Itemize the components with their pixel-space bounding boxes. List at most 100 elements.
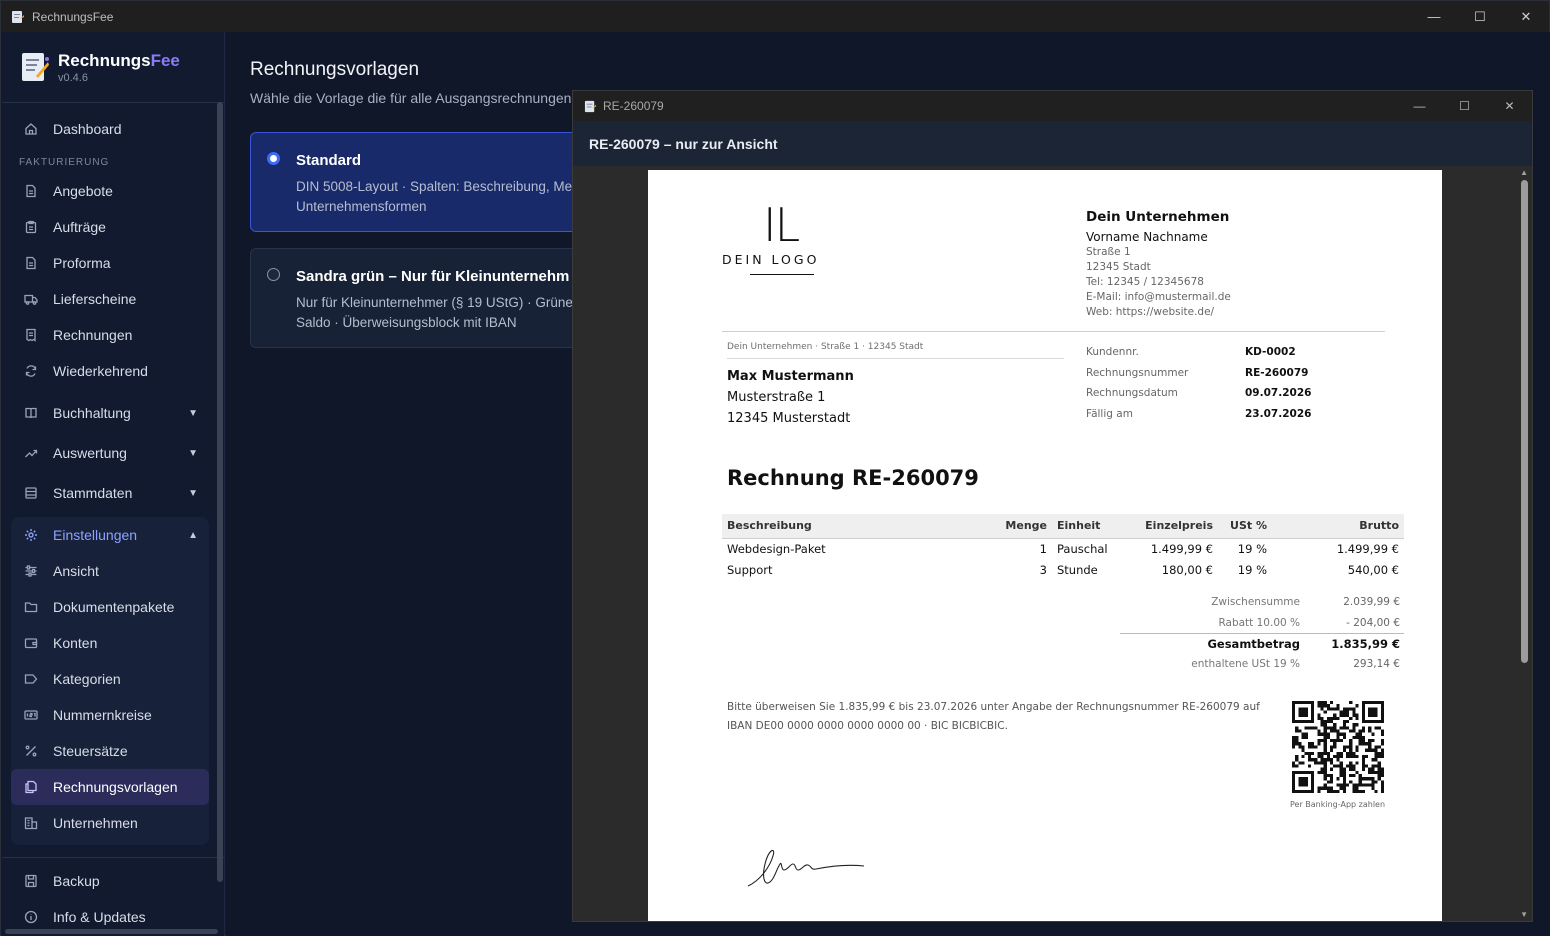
- sidebar-item-kategorien[interactable]: Kategorien: [11, 661, 209, 697]
- counter-icon: [24, 708, 38, 722]
- template-radio-selected[interactable]: [267, 152, 280, 165]
- company-address-line: Straße 1: [1086, 246, 1131, 258]
- database-icon: [24, 486, 38, 500]
- brand-name-primary: Rechnungs: [58, 51, 151, 70]
- invoice-title: Rechnung RE-260079: [727, 466, 979, 490]
- company-address-block: Dein Unternehmen Vorname Nachname Straße…: [1086, 210, 1231, 320]
- settings-group: Einstellungen ▲ Ansicht Dokumentenpakete…: [11, 517, 209, 845]
- brand-name: RechnungsFee: [58, 51, 180, 71]
- payment-line: Bitte überweisen Sie 1.835,99 € bis 23.0…: [727, 701, 1260, 713]
- company-logo-text: DEIN LOGO: [722, 252, 820, 267]
- chevron-down-icon: ▼: [188, 447, 198, 459]
- meta-value: 09.07.2026: [1245, 387, 1312, 400]
- sidebar-item-angebote[interactable]: Angebote: [11, 173, 209, 209]
- sidebar-item-label: Angebote: [53, 183, 113, 199]
- sidebar-item-label: Info & Updates: [53, 909, 146, 925]
- scroll-down-icon[interactable]: ▼: [1520, 910, 1528, 919]
- viewer-close-button[interactable]: ✕: [1487, 91, 1532, 121]
- column-header: Beschreibung: [722, 514, 982, 538]
- item-unit: Pauschal: [1057, 541, 1108, 556]
- sidebar-item-proforma[interactable]: Proforma: [11, 245, 209, 281]
- invoice-meta: Kundennr. KD-0002 Rechnungsnummer RE-26007…: [1086, 342, 1311, 424]
- chevron-down-icon: ▼: [188, 407, 198, 419]
- company-person: Vorname Nachname: [1086, 230, 1208, 244]
- meta-value: KD-0002: [1245, 346, 1296, 359]
- sidebar-horizontal-scrollbar[interactable]: [5, 929, 218, 934]
- sidebar-item-einstellungen[interactable]: Einstellungen ▲: [11, 517, 209, 553]
- sidebar-item-dokumentenpakete[interactable]: Dokumentenpakete: [11, 589, 209, 625]
- sidebar-item-label: Unternehmen: [53, 815, 138, 831]
- sidebar-item-backup[interactable]: Backup: [11, 863, 209, 899]
- column-header: Einzelpreis: [1114, 514, 1218, 538]
- sidebar-item-auftraege[interactable]: Aufträge: [11, 209, 209, 245]
- template-card-sandra-gruen[interactable]: Sandra grün – Nur für Kleinunternehm Nur…: [250, 248, 590, 348]
- sidebar-item-steuersaetze[interactable]: Steuersätze: [11, 733, 209, 769]
- window-title: RechnungsFee: [32, 9, 114, 24]
- item-vat: 19 %: [1237, 562, 1267, 577]
- qr-caption: Per Banking-App zahlen: [1290, 800, 1386, 809]
- meta-key: Kundennr.: [1086, 346, 1139, 359]
- close-button[interactable]: ✕: [1503, 1, 1549, 32]
- sidebar-item-label: Rechnungen: [53, 327, 133, 343]
- sidebar-item-label: Konten: [53, 635, 98, 651]
- total-key: enthaltene USt 19 %: [1191, 658, 1300, 671]
- sidebar-item-rechnungsvorlagen[interactable]: Rechnungsvorlagen: [11, 769, 209, 805]
- recipient-city: 12345 Musterstadt: [727, 411, 851, 426]
- recipient-street: Musterstraße 1: [727, 390, 826, 405]
- info-icon: [24, 910, 38, 924]
- book-icon: [24, 406, 38, 420]
- home-icon: [24, 122, 38, 136]
- viewer-window-title: RE-260079: [603, 99, 664, 113]
- chevron-down-icon: ▼: [188, 487, 198, 499]
- maximize-button[interactable]: ☐: [1457, 1, 1503, 32]
- sidebar-item-dashboard[interactable]: Dashboard: [11, 111, 209, 147]
- sidebar-item-label: Stammdaten: [53, 485, 133, 501]
- sender-divider: [727, 358, 1064, 359]
- clipboard-icon: [24, 220, 38, 234]
- sidebar-item-ansicht[interactable]: Ansicht: [11, 553, 209, 589]
- sidebar-bottom-nav: Backup Info & Updates: [11, 863, 209, 935]
- viewer-minimize-button[interactable]: —: [1397, 91, 1442, 121]
- minimize-button[interactable]: —: [1411, 1, 1457, 32]
- sidebar-divider: [2, 857, 225, 858]
- recipient-address: Max Mustermann Musterstraße 1 12345 Must…: [727, 366, 854, 429]
- item-gross: 540,00 €: [1347, 562, 1399, 577]
- table-header-row: Beschreibung Menge Einheit Einzelpreis U…: [722, 514, 1404, 538]
- sidebar-item-buchhaltung[interactable]: Buchhaltung ▼: [11, 393, 209, 433]
- sidebar-item-stammdaten[interactable]: Stammdaten ▼: [11, 473, 209, 513]
- subtotal-row: Zwischensumme 2.039,99 €: [1120, 592, 1404, 613]
- meta-value: RE-260079: [1245, 366, 1309, 379]
- app-window: RechnungsFee — ☐ ✕ RechnungsFee v0.4.6 D…: [0, 0, 1550, 936]
- truck-icon: [24, 292, 38, 306]
- sidebar-item-label: Rechnungsvorlagen: [53, 779, 178, 795]
- template-card-standard[interactable]: Standard DIN 5008-Layout · Spalten: Besc…: [250, 132, 590, 232]
- sidebar-item-label: Dashboard: [53, 121, 122, 137]
- brand-logo-icon: [22, 53, 49, 81]
- sidebar-scrollbar[interactable]: [217, 102, 223, 882]
- item-gross: 1.499,99 €: [1336, 541, 1399, 556]
- sidebar-item-wiederkehrend[interactable]: Wiederkehrend: [11, 353, 209, 389]
- sidebar-item-nummernkreise[interactable]: Nummernkreise: [11, 697, 209, 733]
- invoice-totals: Zwischensumme 2.039,99 € Rabatt 10.00 % - …: [1120, 592, 1404, 675]
- company-website: Web: https://website.de/: [1086, 306, 1215, 318]
- sidebar-item-lieferscheine[interactable]: Lieferscheine: [11, 281, 209, 317]
- sidebar-item-unternehmen[interactable]: Unternehmen: [11, 805, 209, 841]
- app-icon: [12, 10, 24, 23]
- sidebar-item-label: Dokumentenpakete: [53, 599, 175, 615]
- column-header: Menge: [982, 514, 1052, 538]
- viewer-scrollbar-thumb[interactable]: [1521, 180, 1528, 663]
- total-key: Zwischensumme: [1211, 596, 1300, 609]
- gear-icon: [24, 528, 38, 542]
- meta-key: Rechnungsnummer: [1086, 366, 1189, 379]
- sidebar-item-rechnungen[interactable]: Rechnungen: [11, 317, 209, 353]
- total-value: - 204,00 €: [1346, 617, 1400, 630]
- viewer-maximize-button[interactable]: ☐: [1442, 91, 1487, 121]
- scroll-up-icon[interactable]: ▲: [1520, 168, 1528, 177]
- percent-icon: [24, 744, 38, 758]
- sidebar-item-konten[interactable]: Konten: [11, 625, 209, 661]
- template-name: Sandra grün – Nur für Kleinunternehm: [296, 268, 570, 285]
- template-radio[interactable]: [267, 268, 280, 281]
- sidebar-item-auswertung[interactable]: Auswertung ▼: [11, 433, 209, 473]
- sidebar-item-label: Proforma: [53, 255, 111, 271]
- column-header: Brutto: [1272, 514, 1404, 538]
